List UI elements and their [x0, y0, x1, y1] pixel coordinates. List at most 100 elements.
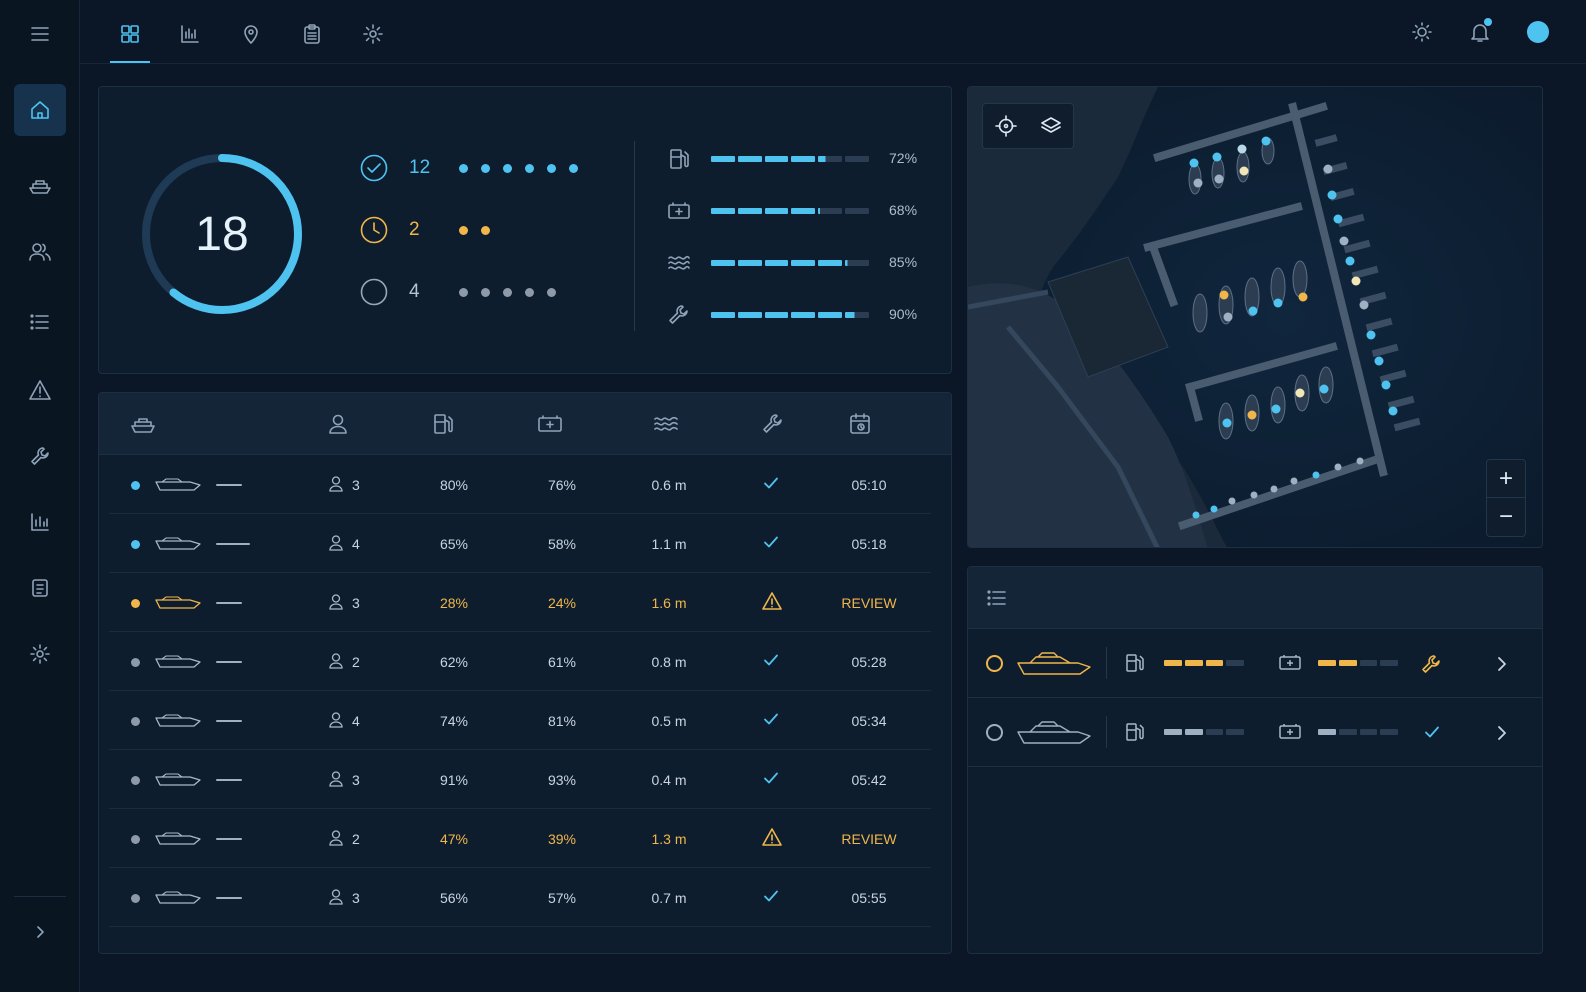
meter-battery-bar: [711, 208, 869, 214]
fuel-value: 28%: [439, 595, 469, 611]
meter-segment: [737, 260, 762, 266]
boat-name-placeholder: [216, 720, 242, 722]
sidebar-divider: [14, 896, 66, 897]
level-segment: [1184, 660, 1203, 666]
active-tab-indicator: [110, 61, 150, 63]
summary-divider: [634, 141, 635, 331]
person-icon: [329, 594, 343, 610]
meter-fuel-value: 72%: [889, 150, 918, 166]
clipboard-icon: [304, 24, 320, 44]
level-segment: [1380, 660, 1398, 666]
map-canvas[interactable]: [968, 87, 1543, 548]
tab-settings[interactable]: [353, 14, 393, 54]
select-radio[interactable]: [986, 724, 1003, 741]
boat-thumbnail: [154, 595, 206, 611]
boat-icon[interactable]: [129, 412, 157, 436]
tab-checklist[interactable]: [292, 14, 332, 54]
queue-item[interactable]: [968, 698, 1542, 767]
meter-battery-value: 68%: [889, 202, 918, 218]
sidebar-item-home[interactable]: [14, 84, 66, 136]
zoom-in-button[interactable]: +: [1487, 460, 1525, 498]
person-icon[interactable]: [327, 412, 349, 436]
fleet-table: 3 80% 76% 0.6 m 05:10 4 65% 58% 1.1 m 05:18 3 28% 24…: [98, 392, 952, 954]
table-row[interactable]: 4 74% 81% 0.5 m 05:34: [109, 691, 931, 750]
table-row[interactable]: 4 65% 58% 1.1 m 05:18: [109, 514, 931, 573]
tab-analytics[interactable]: [170, 14, 210, 54]
layers-button[interactable]: [1028, 104, 1073, 148]
menu-button[interactable]: [14, 8, 66, 60]
battery-value: 39%: [547, 831, 577, 847]
table-row[interactable]: 2 47% 39% 1.3 m REVIEW: [109, 809, 931, 868]
stat-ready: 12: [359, 153, 578, 183]
boat-thumbnail: [154, 831, 206, 847]
chevron-right-icon[interactable]: [1494, 724, 1510, 742]
battery-icon[interactable]: [537, 412, 563, 436]
theme-toggle-button[interactable]: [1404, 14, 1440, 50]
sidebar-item-maintenance[interactable]: [14, 430, 66, 482]
battery-level-bar: [1318, 729, 1398, 735]
chevron-right-icon[interactable]: [1494, 655, 1510, 673]
person-icon: [329, 653, 343, 669]
sidebar-item-alerts[interactable]: [14, 364, 66, 416]
gear-icon: [363, 24, 383, 44]
meter-waves: 85%: [667, 251, 937, 275]
profile-button[interactable]: [1520, 14, 1556, 50]
level-segment: [1164, 729, 1182, 735]
zoom-out-button[interactable]: −: [1487, 498, 1525, 536]
map-zoom-controls: + −: [1486, 459, 1526, 537]
sidebar-item-fleet[interactable]: [14, 160, 66, 212]
list-icon[interactable]: [986, 587, 1008, 609]
table-row[interactable]: 3 56% 57% 0.7 m 05:55: [109, 868, 931, 927]
meter-segment: [764, 156, 789, 162]
departure-time: 05:55: [851, 890, 887, 906]
sidebar: [0, 0, 80, 992]
sidebar-item-crew[interactable]: [14, 226, 66, 278]
level-segment: [1380, 729, 1398, 735]
notifications-button[interactable]: [1462, 14, 1498, 50]
battery-level-bar: [1318, 660, 1398, 666]
meter-segment: [791, 208, 816, 214]
topbar: [80, 0, 1586, 64]
stat-dot: [459, 225, 468, 235]
tab-dashboard[interactable]: [110, 14, 150, 54]
boat-name-placeholder: [216, 484, 242, 486]
meter-segment: [845, 156, 869, 162]
fuel-icon[interactable]: [431, 412, 455, 436]
table-row[interactable]: 3 91% 93% 0.4 m 05:42: [109, 750, 931, 809]
sidebar-item-list[interactable]: [14, 296, 66, 348]
table-row[interactable]: 2 62% 61% 0.8 m 05:28: [109, 632, 931, 691]
stat-idle-dots: [459, 287, 556, 297]
queue-header: [968, 567, 1542, 629]
calendar-icon[interactable]: [849, 412, 871, 436]
status-dot: [131, 835, 140, 844]
person-icon: [329, 830, 343, 846]
select-radio[interactable]: [986, 655, 1003, 672]
wrench-icon[interactable]: [761, 412, 785, 436]
queue-item[interactable]: [968, 629, 1542, 698]
boat-name-placeholder: [216, 602, 242, 604]
tab-map[interactable]: [231, 14, 271, 54]
fuel-value: 80%: [439, 477, 469, 493]
status-dot: [131, 717, 140, 726]
sidebar-item-documents[interactable]: [14, 562, 66, 614]
boat-silhouette-icon: [155, 478, 201, 491]
sidebar-item-reports[interactable]: [14, 496, 66, 548]
home-icon: [31, 101, 49, 119]
meter-segment: [845, 312, 869, 318]
locate-button[interactable]: [983, 104, 1028, 148]
departure-time: 05:18: [851, 536, 887, 552]
meter-segment: [737, 156, 762, 162]
person-icon: [329, 476, 343, 492]
sidebar-expand-button[interactable]: [14, 906, 66, 958]
level-segment: [1184, 729, 1203, 735]
sidebar-item-settings[interactable]: [14, 628, 66, 680]
stat-dot: [547, 287, 556, 297]
meter-segment: [791, 260, 816, 266]
waves-icon[interactable]: [653, 412, 679, 436]
marina-map[interactable]: + −: [967, 86, 1543, 548]
departure-time: 05:42: [851, 772, 887, 788]
level-segment: [1226, 729, 1244, 735]
meter-maintenance-value: 90%: [889, 306, 918, 322]
table-row[interactable]: 3 80% 76% 0.6 m 05:10: [109, 455, 931, 514]
table-row[interactable]: 3 28% 24% 1.6 m REVIEW: [109, 573, 931, 632]
